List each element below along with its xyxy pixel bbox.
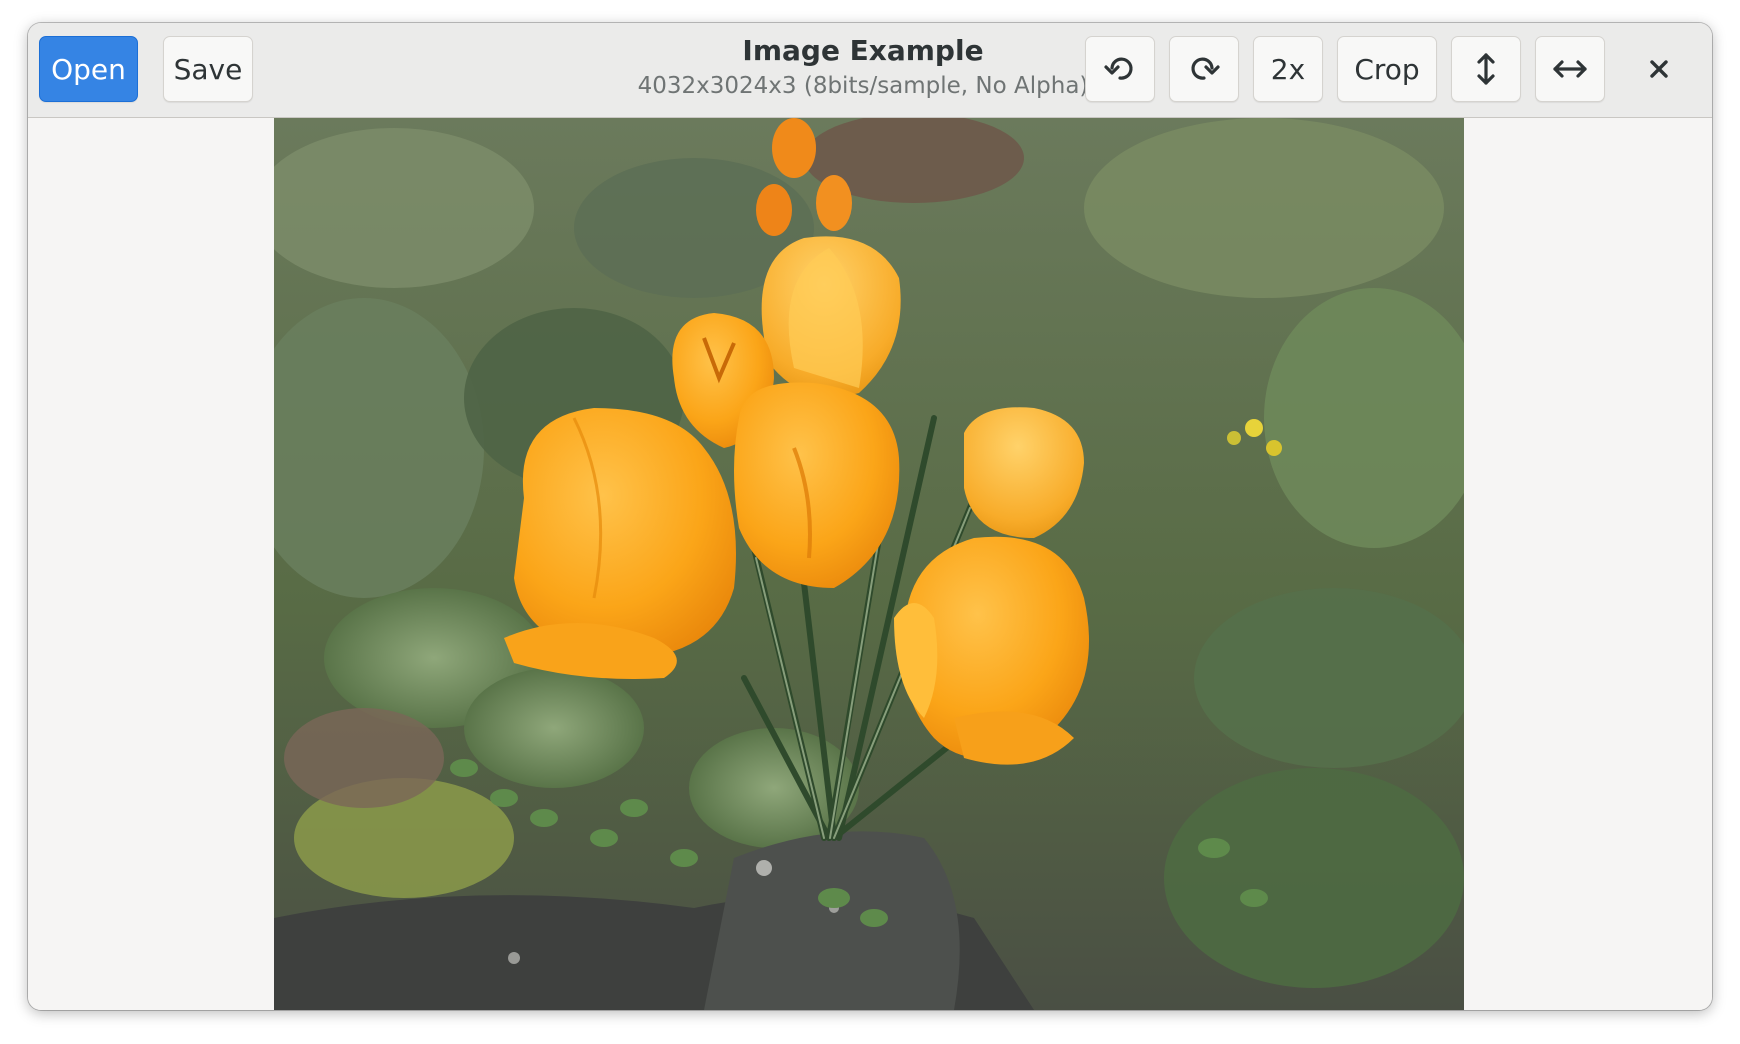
open-button[interactable]: Open bbox=[39, 36, 138, 102]
vertical-arrows-icon bbox=[1477, 53, 1495, 85]
zoom-button[interactable]: 2x bbox=[1253, 36, 1323, 102]
close-button[interactable] bbox=[1644, 54, 1674, 84]
rotate-counterclockwise-icon bbox=[1104, 57, 1133, 80]
close-icon bbox=[1650, 60, 1668, 78]
rotate-right-button[interactable] bbox=[1169, 36, 1239, 102]
horizontal-arrows-icon bbox=[1553, 60, 1587, 78]
rotate-clockwise-icon bbox=[1191, 57, 1220, 80]
crop-button-label: Crop bbox=[1354, 52, 1420, 86]
displayed-photo[interactable] bbox=[274, 118, 1464, 1010]
rotate-left-button[interactable] bbox=[1085, 36, 1155, 102]
save-button[interactable]: Save bbox=[163, 36, 253, 102]
headerbar: Open Save Image Example 4032x3024x3 (8bi… bbox=[28, 23, 1712, 118]
zoom-button-label: 2x bbox=[1270, 52, 1306, 86]
image-view bbox=[28, 118, 1712, 1010]
flip-vertical-button[interactable] bbox=[1451, 36, 1521, 102]
open-button-label: Open bbox=[51, 52, 126, 86]
save-button-label: Save bbox=[173, 52, 243, 86]
flip-horizontal-button[interactable] bbox=[1535, 36, 1605, 102]
app-window: Open Save Image Example 4032x3024x3 (8bi… bbox=[28, 23, 1712, 1010]
crop-button[interactable]: Crop bbox=[1337, 36, 1437, 102]
crocus-flower-photo bbox=[274, 118, 1464, 1010]
